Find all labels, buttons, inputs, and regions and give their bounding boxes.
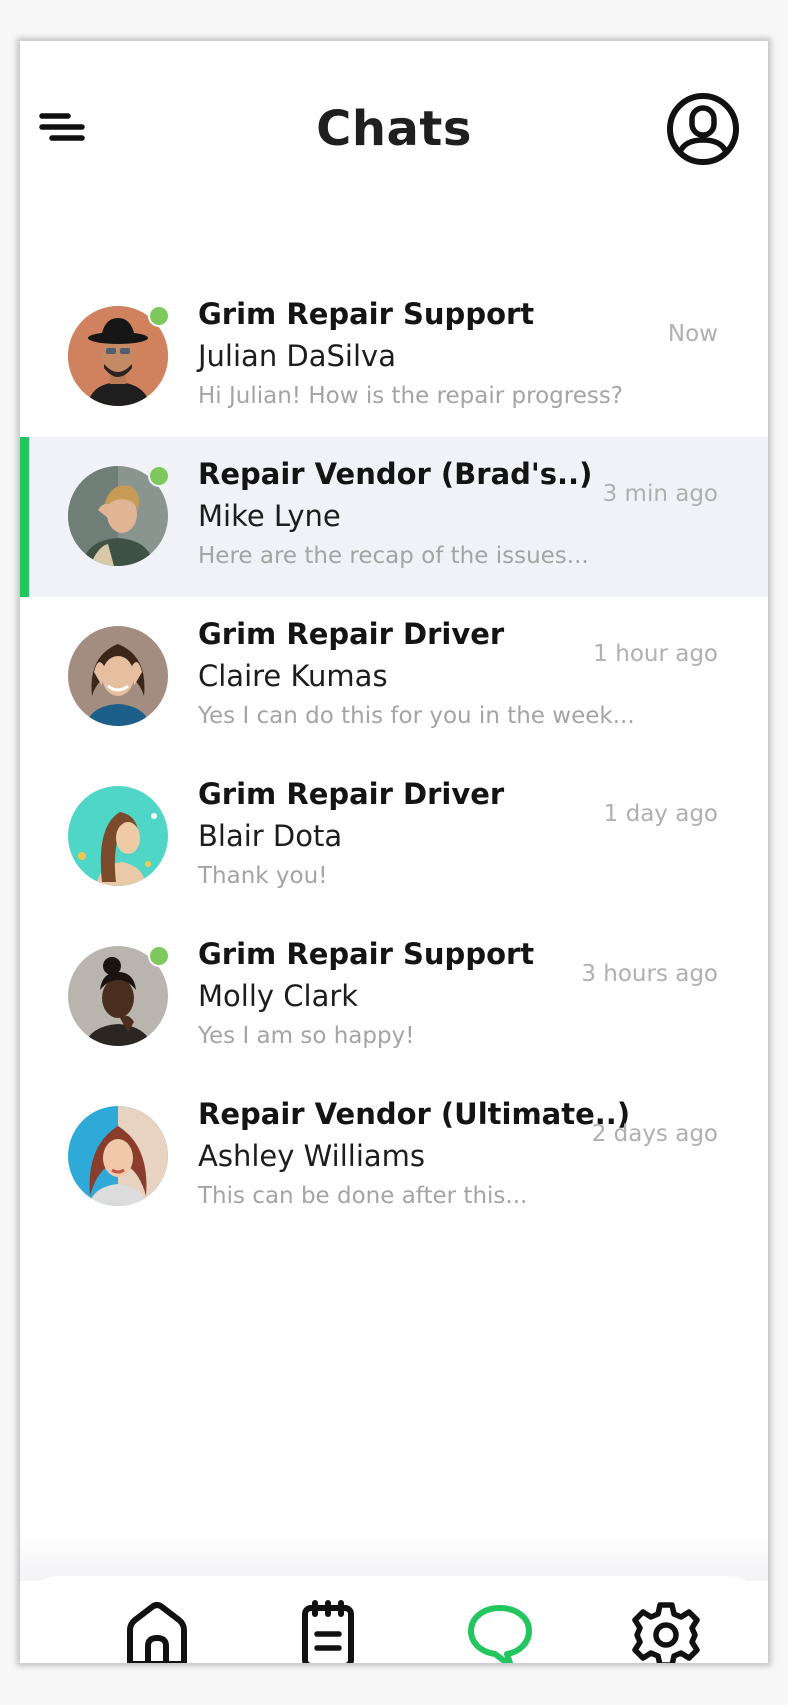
message-preview: Yes I can do this for you in the week... [198,703,635,729]
home-icon [127,1602,187,1663]
contact-name: Blair Dota [198,819,343,853]
contact-name: Julian DaSilva [198,339,396,373]
message-preview: Thank you! [198,863,328,889]
message-preview: Yes I am so happy! [198,1023,415,1049]
bottom-navigation [20,1576,768,1663]
active-indicator [20,437,29,597]
nav-home-button[interactable] [122,1600,192,1663]
chat-row[interactable]: Repair Vendor (Brad's..) Mike Lyne Here … [20,437,768,597]
message-time: 2 days ago [591,1121,718,1147]
gear-icon [632,1602,700,1663]
bottom-fade [20,1531,768,1581]
message-preview: Here are the recap of the issues... [198,543,589,569]
chat-row[interactable]: Grim Repair Support Julian DaSilva Hi Ju… [20,277,768,437]
chat-title: Grim Repair Driver [198,617,505,651]
chat-row[interactable]: Grim Repair Driver Blair Dota Thank you!… [20,757,768,917]
chat-row[interactable]: Grim Repair Driver Claire Kumas Yes I ca… [20,597,768,757]
avatar [68,626,168,726]
chat-title: Grim Repair Support [198,937,535,971]
contact-name: Mike Lyne [198,499,341,533]
message-time: 1 day ago [603,801,718,827]
message-preview: This can be done after this... [198,1183,528,1209]
message-preview: Hi Julian! How is the repair progress? [198,383,624,409]
nav-notes-button[interactable] [293,1600,363,1663]
header: Chats [20,41,768,221]
message-time: 3 min ago [602,481,718,507]
profile-button[interactable] [665,91,741,167]
message-time: 3 hours ago [581,961,718,987]
online-status-dot [148,305,170,327]
message-time: Now [667,321,718,347]
message-time: 1 hour ago [593,641,718,667]
chat-row[interactable]: Grim Repair Support Molly Clark Yes I am… [20,917,768,1077]
user-profile-icon [667,93,739,165]
avatar [68,786,168,886]
nav-settings-button[interactable] [631,1600,701,1663]
chat-title: Repair Vendor (Ultimate..) [198,1097,631,1131]
chat-bubble-icon [468,1605,532,1663]
app-screen: Chats Grim Repair Support Julian DaSilva… [20,41,768,1663]
chat-title: Grim Repair Driver [198,777,505,811]
contact-name: Molly Clark [198,979,359,1013]
chat-title: Grim Repair Support [198,297,535,331]
contact-name: Ashley Williams [198,1139,426,1173]
contact-name: Claire Kumas [198,659,388,693]
chat-title: Repair Vendor (Brad's..) [198,457,593,491]
chat-list: Grim Repair Support Julian DaSilva Hi Ju… [20,277,768,1237]
online-status-dot [148,465,170,487]
avatar [68,1106,168,1206]
page-title: Chats [316,101,472,157]
online-status-dot [148,945,170,967]
nav-chats-button[interactable] [465,1600,535,1663]
chat-row[interactable]: Repair Vendor (Ultimate..) Ashley Willia… [20,1077,768,1237]
notes-icon [302,1600,354,1663]
